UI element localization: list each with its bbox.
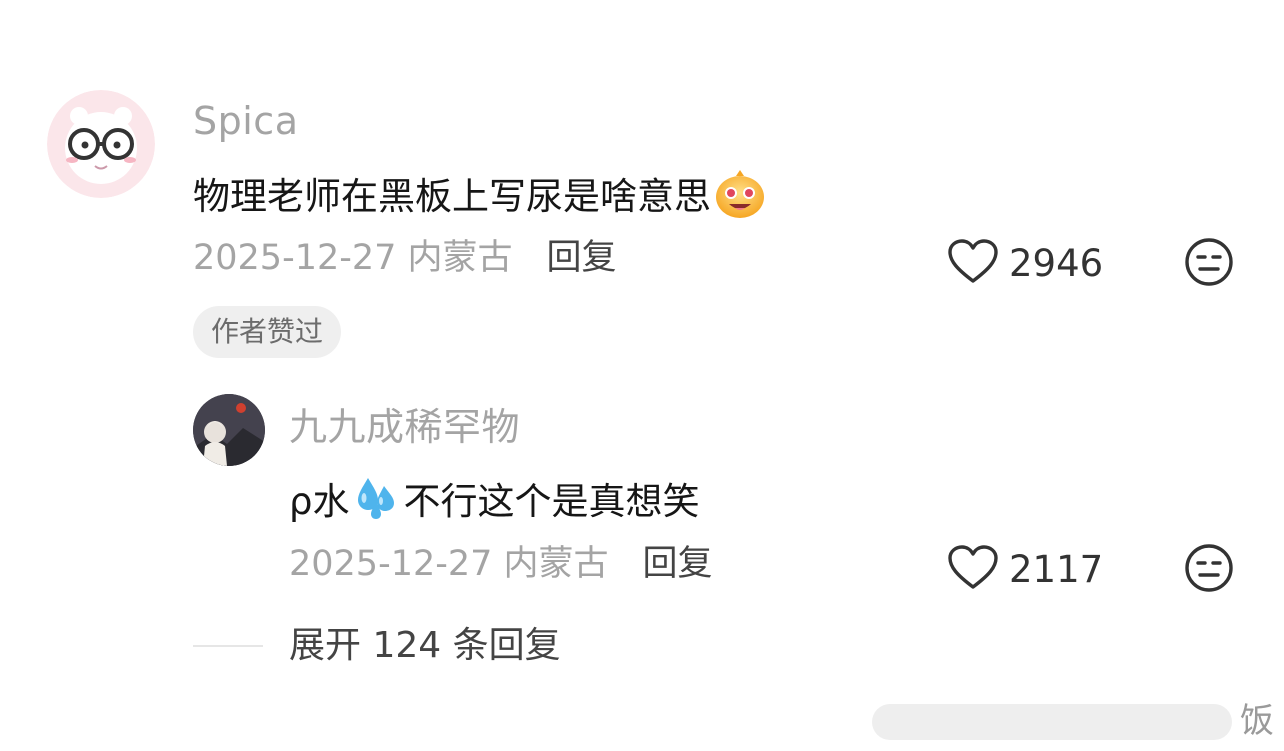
- sweat-droplets-emoji: [354, 476, 400, 526]
- comment-like-count: 2946: [1009, 241, 1104, 285]
- reply-username[interactable]: 九九成稀罕物: [289, 408, 520, 446]
- expand-replies-button[interactable]: 展开 124 条回复: [289, 628, 561, 664]
- neutral-face-icon[interactable]: [1184, 543, 1234, 597]
- comment-text-body: 物理老师在黑板上写尿是啥意思: [193, 174, 711, 218]
- reply-date-location: 2025-12-27 内蒙古: [289, 544, 609, 584]
- reply-meta: 2025-12-27 内蒙古 回复: [289, 547, 713, 582]
- expand-divider: [193, 645, 263, 647]
- reply-like-button[interactable]: 2117: [947, 544, 1103, 594]
- reply-text: ρ水 不行这个是真想笑: [289, 476, 700, 526]
- reply-like-count: 2117: [1009, 547, 1104, 591]
- comment-text: 物理老师在黑板上写尿是啥意思: [193, 166, 767, 226]
- reply-avatar[interactable]: [193, 394, 265, 466]
- reply-reply-button[interactable]: 回复: [643, 547, 713, 582]
- heart-outline-icon[interactable]: [947, 238, 999, 288]
- reply-text-suffix: 不行这个是真想笑: [403, 479, 700, 523]
- comment-avatar[interactable]: [47, 90, 155, 198]
- drooling-face-emoji: [713, 166, 767, 226]
- watermark-bar: [872, 704, 1232, 740]
- author-liked-badge: 作者赞过: [193, 306, 342, 358]
- comment-username[interactable]: Spica: [193, 102, 298, 140]
- comment-reply-button[interactable]: 回复: [547, 241, 617, 276]
- reply-text-prefix: ρ水: [289, 479, 350, 523]
- heart-outline-icon[interactable]: [947, 544, 999, 594]
- comment-date-location: 2025-12-27 内蒙古: [193, 238, 513, 278]
- watermark-text: 饭: [1240, 701, 1274, 741]
- neutral-face-icon[interactable]: [1184, 237, 1234, 291]
- comment-like-button[interactable]: 2946: [947, 238, 1103, 288]
- comment-meta: 2025-12-27 内蒙古 回复: [193, 241, 617, 276]
